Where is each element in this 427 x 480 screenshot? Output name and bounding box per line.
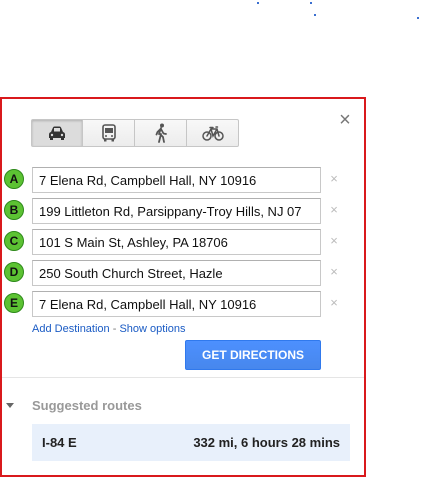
marker-a-icon: A [4, 169, 24, 189]
remove-waypoint-c-icon[interactable]: × [327, 232, 341, 250]
close-icon[interactable]: × [337, 110, 353, 130]
marker-d-icon: D [4, 262, 24, 282]
route-summary: 332 mi, 6 hours 28 mins [193, 435, 340, 450]
waypoint-c-input[interactable] [32, 229, 321, 255]
waypoint-row-b: B × [4, 198, 344, 224]
mode-walking-button[interactable] [135, 119, 187, 147]
map-dot [310, 2, 312, 4]
waypoint-row-d: D × [4, 260, 344, 286]
suggested-routes-heading[interactable]: Suggested routes [32, 398, 142, 413]
collapse-triangle-icon[interactable] [6, 403, 14, 408]
remove-waypoint-b-icon[interactable]: × [327, 201, 341, 219]
show-options-link[interactable]: Show options [119, 323, 185, 335]
marker-b-icon: B [4, 200, 24, 220]
map-dot [257, 2, 259, 4]
map-dot [314, 14, 316, 16]
directions-panel: × A × B × C × D × E × Add Destination - … [0, 97, 366, 477]
mode-bicycling-button[interactable] [187, 119, 239, 147]
waypoint-row-a: A × [4, 167, 344, 193]
remove-waypoint-d-icon[interactable]: × [327, 263, 341, 281]
waypoint-a-input[interactable] [32, 167, 321, 193]
waypoint-e-input[interactable] [32, 291, 321, 317]
waypoint-b-input[interactable] [32, 198, 321, 224]
route-name: I-84 E [42, 435, 77, 450]
direction-links: Add Destination - Show options [32, 323, 186, 335]
bicycle-icon [201, 126, 224, 141]
get-directions-button[interactable]: GET DIRECTIONS [185, 340, 321, 370]
link-separator: - [109, 323, 120, 335]
travel-mode-selector [31, 119, 239, 147]
mode-driving-button[interactable] [31, 119, 83, 147]
marker-c-icon: C [4, 231, 24, 251]
remove-waypoint-a-icon[interactable]: × [327, 170, 341, 188]
route-item[interactable]: I-84 E 332 mi, 6 hours 28 mins [32, 424, 350, 461]
marker-e-icon: E [4, 293, 24, 313]
car-icon [49, 126, 65, 140]
divider [2, 377, 364, 378]
walking-person-icon [155, 123, 167, 143]
mode-transit-button[interactable] [83, 119, 135, 147]
waypoint-row-e: E × [4, 291, 344, 317]
remove-waypoint-e-icon[interactable]: × [327, 294, 341, 312]
add-destination-link[interactable]: Add Destination [32, 323, 110, 335]
waypoint-d-input[interactable] [32, 260, 321, 286]
bus-icon [101, 124, 116, 142]
waypoint-row-c: C × [4, 229, 344, 255]
map-dot [417, 17, 419, 19]
